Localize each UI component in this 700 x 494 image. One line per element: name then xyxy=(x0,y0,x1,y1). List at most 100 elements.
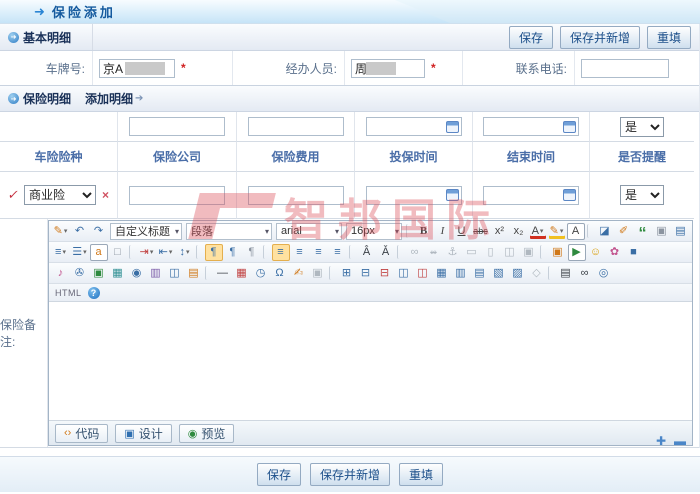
unlink-icon[interactable]: ∞ xyxy=(425,244,443,261)
image-icon[interactable]: ▣ xyxy=(549,244,567,261)
insert-film-icon[interactable]: ▥ xyxy=(147,265,165,282)
redo-icon[interactable]: ↷ xyxy=(90,223,108,240)
align-right-icon[interactable]: ≡ xyxy=(310,244,328,261)
collapse-editor-icon[interactable]: ▬ xyxy=(674,434,686,448)
cell-properties-icon[interactable]: ▨ xyxy=(509,265,527,282)
save-and-new-button[interactable]: 保存并新增 xyxy=(559,25,640,49)
ltr-paragraph-icon[interactable]: ¶ xyxy=(204,243,223,261)
align-center-icon[interactable]: ≡ xyxy=(291,244,309,261)
format-painter-icon[interactable]: ✐ xyxy=(615,223,633,240)
paste-icon[interactable]: ▣ xyxy=(653,223,671,240)
confirm-check-icon[interactable]: ✓ xyxy=(6,187,21,203)
merge-right-icon[interactable]: ▤ xyxy=(471,265,489,282)
editor-content-area[interactable] xyxy=(49,302,692,420)
strikethrough-icon[interactable]: abc xyxy=(472,223,490,240)
image-gallery-icon[interactable]: ▦ xyxy=(109,265,127,282)
eraser-icon[interactable]: ◪ xyxy=(596,223,614,240)
emoticon-icon[interactable]: ☺ xyxy=(587,244,605,261)
remind-template-select[interactable]: 是 xyxy=(620,116,664,137)
fee-input[interactable] xyxy=(247,185,344,205)
calendar-icon[interactable] xyxy=(445,120,459,133)
clipart-icon[interactable]: ✿ xyxy=(606,244,624,261)
phone-input[interactable] xyxy=(581,58,669,78)
blockquote-icon[interactable]: “ xyxy=(634,223,652,242)
style-select[interactable]: 自定义标题 ▾ xyxy=(110,222,182,240)
calendar-icon[interactable] xyxy=(445,189,459,201)
italic-icon[interactable]: I xyxy=(434,223,452,240)
subscript-icon[interactable]: x₂ xyxy=(510,223,528,240)
insert-column-icon[interactable]: ◫ xyxy=(395,265,413,282)
font-color-icon[interactable]: A xyxy=(529,223,547,240)
horizontal-rule-icon[interactable]: — xyxy=(214,265,232,282)
highlight-color-icon[interactable]: ✎ xyxy=(548,223,566,240)
zoom-preview-icon[interactable]: ◎ xyxy=(595,265,613,282)
help-icon[interactable]: ? xyxy=(87,286,100,299)
add-detail-link[interactable]: 添加明细 xyxy=(85,90,133,107)
find-icon[interactable]: ∞ xyxy=(576,265,594,282)
ruby-inline-icon[interactable]: Ǎ xyxy=(377,244,395,261)
design-tab[interactable]: ▣ 设计 xyxy=(115,423,172,443)
merge-cells-icon[interactable]: ▦ xyxy=(433,265,451,282)
html-path-tag[interactable]: HTML xyxy=(55,288,82,298)
code-tab[interactable]: ‹› 代码 xyxy=(55,423,109,443)
paste-word-icon[interactable]: ▣ xyxy=(309,265,327,282)
print-icon[interactable]: ▤ xyxy=(557,265,575,282)
bold-icon[interactable]: B xyxy=(415,223,433,240)
photo-icon[interactable]: ▤ xyxy=(185,265,203,282)
superscript-icon[interactable]: x² xyxy=(491,223,509,240)
merge-down-icon[interactable]: ▧ xyxy=(490,265,508,282)
link-icon[interactable]: ∞ xyxy=(406,244,424,261)
anchor-icon[interactable]: ⚓ xyxy=(444,244,462,261)
delete-row-icon[interactable]: ⊟ xyxy=(376,265,394,282)
delete-row-icon[interactable]: × xyxy=(102,188,109,202)
save-button[interactable]: 保存 xyxy=(508,25,553,49)
underline-icon[interactable]: U xyxy=(453,223,471,240)
ordered-list-icon[interactable]: ≡ xyxy=(52,244,70,261)
paragraph-icon[interactable]: ¶ xyxy=(243,244,261,261)
calendar-icon[interactable] xyxy=(563,120,576,133)
save-button[interactable]: 保存 xyxy=(256,463,301,486)
lowercase-icon[interactable]: a xyxy=(89,243,108,261)
split-cells-icon[interactable]: ▥ xyxy=(452,265,470,282)
fee-template-input[interactable] xyxy=(247,117,344,136)
flash-icon[interactable]: ▶ xyxy=(567,243,586,261)
undo-icon[interactable]: ↶ xyxy=(71,223,89,240)
new-page-icon[interactable]: □ xyxy=(109,244,127,261)
font-size-select[interactable]: 16px ▾ xyxy=(346,222,402,240)
paragraph-select[interactable]: 段落 ▾ xyxy=(186,222,272,240)
character-style-icon[interactable]: A xyxy=(566,222,585,240)
save-and-new-button[interactable]: 保存并新增 xyxy=(309,463,390,486)
ruby-above-icon[interactable]: Â xyxy=(358,244,376,261)
split-frame-icon[interactable]: ◫ xyxy=(501,244,519,261)
align-justify-icon[interactable]: ≡ xyxy=(329,244,347,261)
media-window-icon[interactable]: ◫ xyxy=(166,265,184,282)
font-select[interactable]: arial ▾ xyxy=(276,222,342,240)
styles-icon[interactable]: ✎ xyxy=(52,223,70,240)
delete-table-icon[interactable]: ◇ xyxy=(528,265,546,282)
insert-time-icon[interactable]: ◷ xyxy=(252,265,270,282)
indent-icon[interactable]: ⇥ xyxy=(138,244,156,261)
insert-disc-icon[interactable]: ◉ xyxy=(128,265,146,282)
insurance-type-select[interactable]: 商业险 xyxy=(23,185,96,205)
outdent-icon[interactable]: ⇤ xyxy=(157,244,175,261)
layer-icon[interactable]: ▣ xyxy=(520,244,538,261)
line-spacing-icon[interactable]: ↕ xyxy=(176,244,194,261)
unordered-list-icon[interactable]: ☰ xyxy=(71,244,89,261)
reset-button[interactable]: 重填 xyxy=(399,463,444,486)
insert-image-icon[interactable]: ▣ xyxy=(90,265,108,282)
insert-date-icon[interactable]: ▦ xyxy=(233,265,251,282)
insert-table-icon[interactable]: ⊞ xyxy=(338,265,356,282)
code-block-icon[interactable]: ■ xyxy=(625,244,643,261)
special-character-icon[interactable]: Ω xyxy=(271,265,289,282)
media-music-icon[interactable]: ♪ xyxy=(52,265,70,282)
textarea-icon[interactable]: ▭ xyxy=(463,244,481,261)
fullscreen-icon[interactable]: ▤ xyxy=(672,223,690,240)
preview-tab[interactable]: ◉ 预览 xyxy=(178,423,235,443)
align-left-icon[interactable]: ≡ xyxy=(271,243,290,261)
rtl-paragraph-icon[interactable]: ¶ xyxy=(224,244,242,261)
insert-row-icon[interactable]: ⊟ xyxy=(357,265,375,282)
attachment-icon[interactable]: ✇ xyxy=(71,265,89,282)
calendar-icon[interactable] xyxy=(563,189,576,201)
frame-icon[interactable]: ▯ xyxy=(482,244,500,261)
company-template-input[interactable] xyxy=(129,117,225,136)
